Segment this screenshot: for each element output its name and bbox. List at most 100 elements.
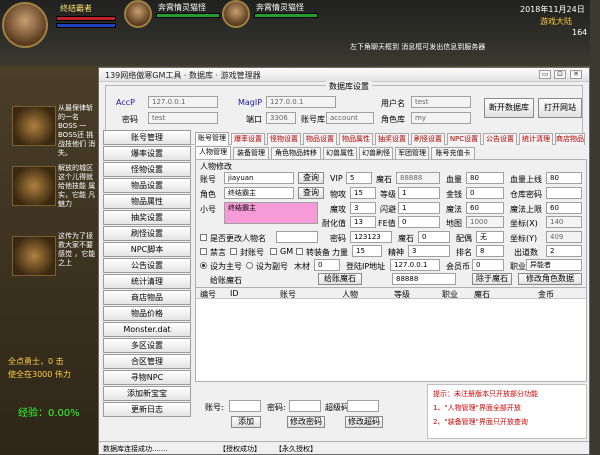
col-level[interactable]: 等级 bbox=[394, 289, 410, 300]
hp-input[interactable]: 80 bbox=[466, 172, 504, 184]
query-role-button[interactable]: 查询 bbox=[298, 187, 324, 199]
menu-item-items[interactable]: 物品设置 bbox=[103, 178, 191, 193]
menu-item-npc-script[interactable]: NPC脚本 bbox=[103, 242, 191, 257]
save-role-button[interactable]: 修改角色数据 bbox=[518, 273, 582, 285]
debut-input[interactable]: 2 bbox=[546, 245, 582, 257]
magic-stone-input[interactable]: 88888 bbox=[396, 172, 440, 184]
add-stone-input[interactable]: 88888 bbox=[392, 273, 456, 285]
menu-item-shop[interactable]: 商店物品 bbox=[103, 290, 191, 305]
menu-item-find-npc[interactable]: 寻物NPC bbox=[103, 370, 191, 385]
map-input[interactable]: 1000 bbox=[466, 216, 504, 228]
target-portrait-2[interactable] bbox=[222, 0, 250, 28]
menu-item-monster-dat[interactable]: Monster.dat bbox=[103, 322, 191, 337]
menu-item-item-attr[interactable]: 物品属性 bbox=[103, 194, 191, 209]
player-portrait[interactable] bbox=[2, 2, 48, 48]
col-account[interactable]: 账号 bbox=[280, 289, 296, 300]
menu-item-merge-zone[interactable]: 合区管理 bbox=[103, 354, 191, 369]
open-site-button[interactable]: 打开网站 bbox=[538, 98, 582, 118]
rank-input[interactable]: 8 bbox=[476, 245, 504, 257]
tab-lottery[interactable]: 抽奖设置 bbox=[375, 133, 409, 145]
phys-attack-input[interactable]: 15 bbox=[350, 187, 376, 199]
account-db-field[interactable]: account bbox=[326, 112, 374, 124]
tab-npc[interactable]: NPC设置 bbox=[447, 133, 481, 145]
mp-input[interactable]: 60 bbox=[466, 202, 504, 214]
subtab-legion[interactable]: 军团管理 bbox=[395, 147, 429, 159]
menu-item-multi-zone[interactable]: 多区设置 bbox=[103, 338, 191, 353]
menu-item-notice[interactable]: 公告设置 bbox=[103, 258, 191, 273]
super-code-input[interactable] bbox=[347, 400, 379, 412]
wood-input[interactable]: 0 bbox=[314, 259, 340, 271]
user-field[interactable]: test bbox=[411, 96, 471, 108]
gold-input[interactable]: 0 bbox=[466, 187, 504, 199]
password-input[interactable]: 123123 bbox=[350, 231, 392, 243]
subtab-pet-spawn[interactable]: 幻兽刷怪 bbox=[359, 147, 393, 159]
menu-item-price[interactable]: 物品价格 bbox=[103, 306, 191, 321]
pwd-field[interactable]: test bbox=[148, 112, 218, 124]
rename-checkbox[interactable] bbox=[200, 234, 207, 241]
repute-input[interactable]: 0 bbox=[418, 231, 450, 243]
strength-input[interactable]: 15 bbox=[352, 245, 382, 257]
tab-spawn[interactable]: 刷怪设置 bbox=[411, 133, 445, 145]
subtab-transfer[interactable]: 角色物品转移 bbox=[271, 147, 321, 159]
new-password-input[interactable] bbox=[289, 400, 321, 412]
magic-attack-input[interactable]: 3 bbox=[350, 202, 376, 214]
subtab-role[interactable]: 人物管理 bbox=[195, 146, 231, 159]
menu-item-changelog[interactable]: 更新日志 bbox=[103, 402, 191, 417]
fame-input[interactable]: 0 bbox=[398, 216, 440, 228]
close-button[interactable]: ✕ bbox=[570, 70, 582, 79]
new-account-input[interactable] bbox=[229, 400, 261, 412]
title-bar[interactable]: 139网络傲寒GM工具 · 数据库 · 游戏管理器 ▭ ⊡ ✕ bbox=[99, 68, 589, 82]
tab-shop[interactable]: 商店物品 bbox=[555, 133, 585, 145]
account-input[interactable]: jiayuan bbox=[224, 172, 294, 184]
tab-droprate[interactable]: 爆率设置 bbox=[231, 133, 265, 145]
role-db-field[interactable]: my bbox=[411, 112, 471, 124]
col-stone[interactable]: 魔石 bbox=[474, 289, 490, 300]
member-coin-input[interactable]: 0 bbox=[472, 259, 504, 271]
change-password-button[interactable]: 修改密码 bbox=[287, 416, 325, 428]
rename-input[interactable] bbox=[276, 231, 318, 243]
mute-checkbox[interactable] bbox=[200, 248, 207, 255]
nick-input[interactable]: 终结霸主 bbox=[224, 202, 318, 224]
subtab-pet-attr[interactable]: 幻兽属性 bbox=[323, 147, 357, 159]
menu-item-monster[interactable]: 怪物设置 bbox=[103, 162, 191, 177]
quest-item-3[interactable] bbox=[12, 236, 56, 276]
query-account-button[interactable]: 查询 bbox=[298, 172, 324, 184]
quest-item-1[interactable] bbox=[12, 106, 56, 146]
col-job[interactable]: 职业 bbox=[442, 289, 458, 300]
set-main-radio[interactable] bbox=[200, 262, 207, 269]
add-stone-button[interactable]: 给账魔石 bbox=[318, 273, 362, 285]
col-gold[interactable]: 金币 bbox=[538, 289, 554, 300]
hpmax-input[interactable]: 80 bbox=[546, 172, 582, 184]
warehouse-input[interactable] bbox=[546, 187, 582, 199]
spirit2-input[interactable]: 3 bbox=[408, 245, 450, 257]
job-select[interactable]: 异能者 bbox=[526, 259, 582, 271]
col-role[interactable]: 人物 bbox=[342, 289, 358, 300]
menu-item-stats[interactable]: 统计清理 bbox=[103, 274, 191, 289]
gm-checkbox[interactable] bbox=[270, 248, 277, 255]
remove-stone-button[interactable]: 除于魔石 bbox=[472, 273, 512, 285]
port-field[interactable]: 3306 bbox=[266, 112, 296, 124]
dodge-input[interactable]: 1 bbox=[398, 202, 440, 214]
quest-item-2[interactable] bbox=[12, 166, 56, 206]
change-super-code-button[interactable]: 修改超码 bbox=[345, 416, 383, 428]
mpmax-input[interactable]: 60 bbox=[546, 202, 582, 214]
tab-monster[interactable]: 怪物设置 bbox=[267, 133, 301, 145]
magip-field[interactable]: 127.0.0.1 bbox=[266, 96, 336, 108]
spirit-input[interactable]: 13 bbox=[350, 216, 376, 228]
role-table[interactable]: 编号 ID 账号 人物 等级 职业 魔石 金币 bbox=[196, 287, 586, 381]
role-input[interactable]: 终结霸主 bbox=[224, 187, 294, 199]
add-account-button[interactable]: 添加 bbox=[231, 416, 261, 428]
col-id-number[interactable]: 编号 bbox=[200, 289, 216, 300]
tab-items[interactable]: 物品设置 bbox=[303, 133, 337, 145]
subtab-equip[interactable]: 装备管理 bbox=[233, 147, 269, 159]
maximize-button[interactable]: ⊡ bbox=[554, 70, 566, 79]
transfer-equip-checkbox[interactable] bbox=[296, 248, 303, 255]
minimize-button[interactable]: ▭ bbox=[539, 70, 551, 79]
tab-item-attr[interactable]: 物品属性 bbox=[339, 133, 373, 145]
accp-field[interactable]: 127.0.0.1 bbox=[148, 96, 218, 108]
vip-select[interactable]: 5 bbox=[346, 172, 372, 184]
menu-item-account[interactable]: 账号管理 bbox=[103, 130, 191, 145]
spouse-input[interactable]: 无 bbox=[476, 231, 504, 243]
coordx-input[interactable]: 140 bbox=[546, 216, 582, 228]
target-portrait-1[interactable] bbox=[124, 0, 152, 28]
